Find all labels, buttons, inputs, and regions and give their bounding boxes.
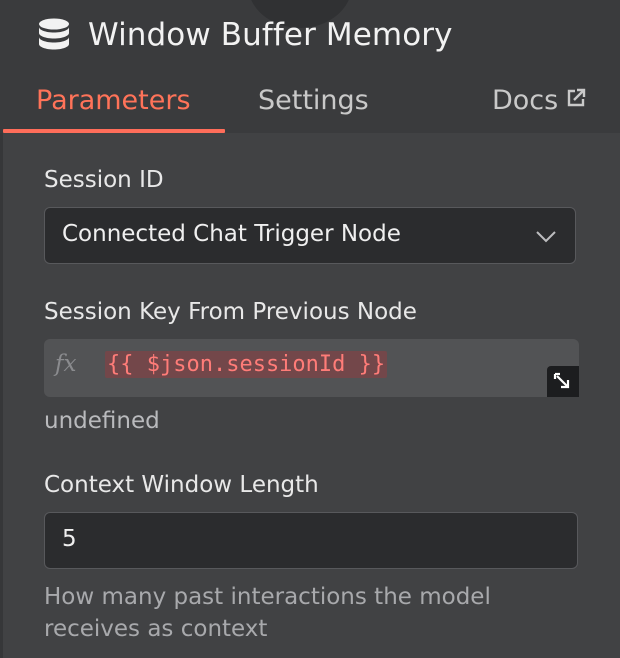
expand-icon bbox=[553, 372, 570, 388]
session-key-label: Session Key From Previous Node bbox=[44, 299, 417, 325]
expand-editor-button[interactable] bbox=[547, 366, 579, 397]
tab-docs-label[interactable]: Docs bbox=[492, 85, 558, 116]
external-link-icon[interactable] bbox=[566, 79, 586, 121]
session-id-value[interactable]: Connected Chat Trigger Node bbox=[62, 221, 401, 247]
tab-settings[interactable]: Settings bbox=[258, 80, 369, 122]
expression-result: undefined bbox=[44, 408, 160, 434]
database-icon bbox=[38, 18, 72, 52]
tab-docs[interactable]: Docs bbox=[492, 80, 586, 122]
session-id-label: Session ID bbox=[44, 167, 164, 193]
active-tab-indicator bbox=[3, 129, 225, 133]
context-window-hint: How many past interactions the model rec… bbox=[44, 584, 491, 642]
node-title: Window Buffer Memory bbox=[88, 17, 453, 53]
session-id-select[interactable]: Connected Chat Trigger Node bbox=[44, 207, 576, 264]
title-row: Window Buffer Memory bbox=[38, 12, 453, 58]
fx-icon: fx bbox=[55, 351, 77, 377]
node-header: Window Buffer Memory Parameters Settings… bbox=[0, 0, 620, 133]
context-window-label: Context Window Length bbox=[44, 472, 319, 498]
tab-parameters[interactable]: Parameters bbox=[36, 80, 191, 122]
chevron-down-icon[interactable] bbox=[535, 229, 557, 248]
panel-edge bbox=[0, 133, 3, 658]
expression-text[interactable]: {{ $json.sessionId }} bbox=[105, 351, 388, 378]
context-window-value[interactable]: 5 bbox=[62, 526, 77, 552]
context-window-input[interactable]: 5 bbox=[44, 512, 578, 569]
tab-bar: Parameters Settings Docs bbox=[0, 76, 620, 133]
session-key-expression-input[interactable]: fx {{ $json.sessionId }} bbox=[44, 339, 579, 397]
